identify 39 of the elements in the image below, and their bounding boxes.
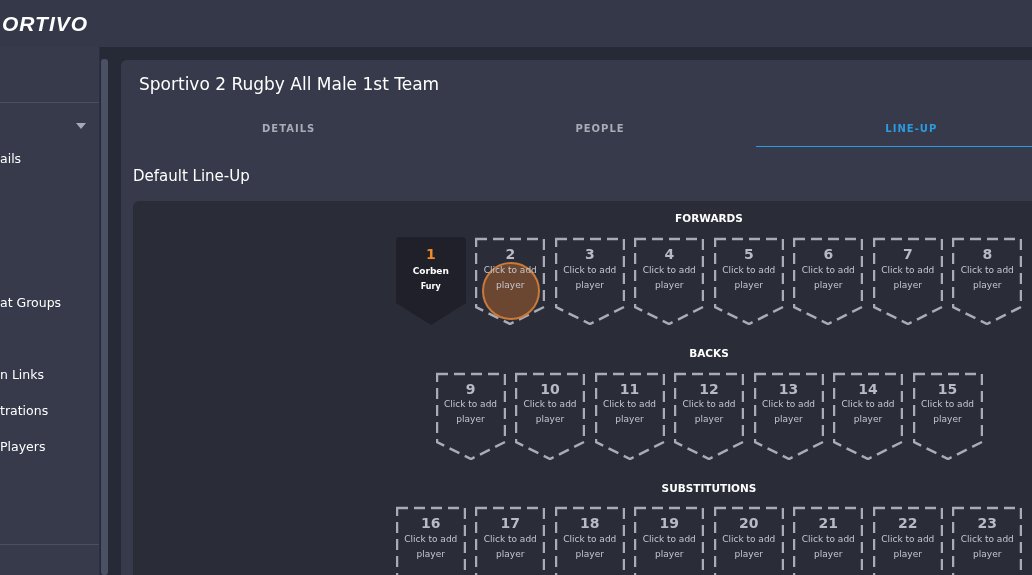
dropdown-caret-icon[interactable] <box>76 123 86 129</box>
empty-player-slot[interactable]: 6 Click to add player <box>793 236 864 325</box>
empty-player-slot[interactable]: 19 Click to add player <box>634 506 705 575</box>
scrollbar[interactable] <box>101 59 108 575</box>
empty-player-slot[interactable]: 7 Click to add player <box>872 236 943 325</box>
group-heading: FORWARDS <box>674 211 744 226</box>
empty-player-slot[interactable]: 15 Click to add player <box>912 371 983 460</box>
section-title: Default Line-Up <box>133 165 251 187</box>
click-indicator <box>482 262 540 320</box>
empty-player-slot[interactable]: 21 Click to add player <box>793 506 864 575</box>
group-heading: BACKS <box>688 345 730 361</box>
player-shirt[interactable]: 1 Corben Fury <box>395 236 466 325</box>
empty-player-slot[interactable]: 20 Click to add player <box>713 506 784 575</box>
empty-player-slot[interactable]: 4 Click to add player <box>634 236 705 325</box>
logo: ORTIVO <box>2 13 89 34</box>
empty-player-slot[interactable]: 12 Click to add player <box>674 371 744 460</box>
empty-player-slot[interactable]: 16 Click to add player <box>395 506 466 575</box>
tab[interactable]: DETAILS <box>133 111 445 147</box>
sidebar-item[interactable]: ails <box>0 141 99 177</box>
empty-player-slot[interactable]: 18 Click to add player <box>554 506 625 575</box>
empty-player-slot[interactable]: 5 Click to add player <box>713 236 784 325</box>
tab[interactable]: LINE-UP <box>755 111 1032 147</box>
page-title: Sportivo 2 Rugby All Male 1st Team <box>139 73 441 96</box>
empty-player-slot[interactable]: 8 Click to add player <box>952 236 1023 325</box>
empty-player-slot[interactable]: 3 Click to add player <box>554 236 625 325</box>
empty-player-slot[interactable]: 11 Click to add player <box>594 371 665 460</box>
tab[interactable]: PEOPLE <box>444 111 756 147</box>
sidebar-item[interactable]: trations <box>0 393 99 429</box>
empty-player-slot[interactable]: 17 Click to add player <box>475 506 546 575</box>
empty-player-slot[interactable]: 13 Click to add player <box>753 371 824 460</box>
empty-player-slot[interactable]: 23 Click to add player <box>952 506 1023 575</box>
empty-player-slot[interactable]: 9 Click to add player <box>435 371 506 460</box>
empty-player-slot[interactable]: 14 Click to add player <box>833 371 903 460</box>
empty-player-slot[interactable]: 10 Click to add player <box>515 371 585 460</box>
sidebar-item[interactable]: Players <box>0 429 99 465</box>
empty-player-slot[interactable]: 22 Click to add player <box>872 506 943 575</box>
sidebar-item[interactable]: n Links <box>0 357 99 393</box>
group-heading: SUBSTITUTIONS <box>660 480 758 496</box>
sidebar-item[interactable]: at Groups <box>0 285 99 321</box>
